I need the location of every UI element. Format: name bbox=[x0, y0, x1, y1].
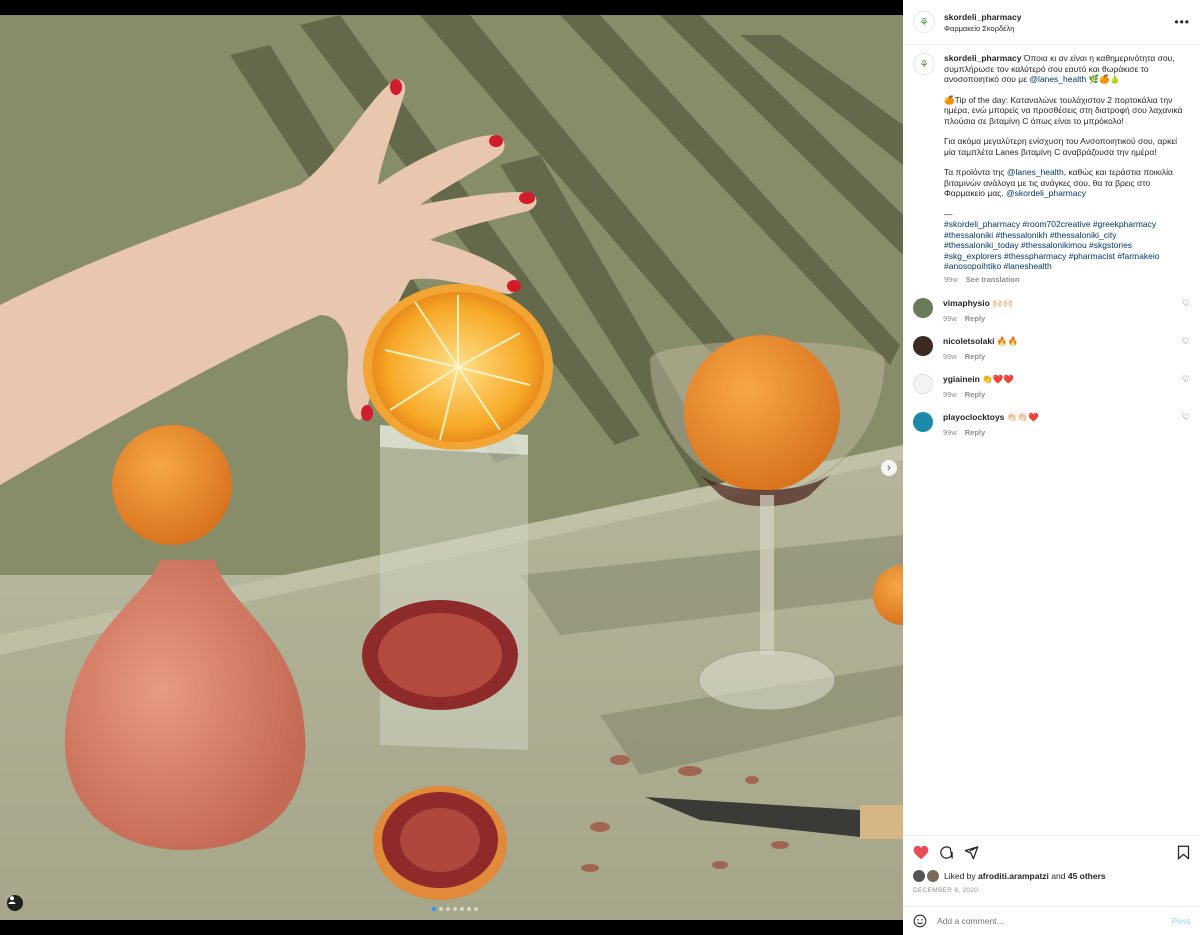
comment-username[interactable]: vimaphysio bbox=[943, 298, 990, 308]
post-comment-button[interactable]: Post bbox=[1172, 916, 1190, 926]
avatar[interactable]: ⚘ bbox=[913, 11, 935, 33]
caption-separator: — bbox=[944, 208, 953, 219]
carousel-indicator bbox=[432, 907, 478, 911]
see-translation-button[interactable]: See translation bbox=[966, 275, 1020, 284]
heart-icon[interactable]: ♡ bbox=[1182, 374, 1190, 399]
post-date[interactable]: DECEMBER 8, 2020 bbox=[913, 887, 1190, 894]
caption-text: Τα προϊόντα της bbox=[944, 167, 1005, 177]
comments-list: vimaphysio 🙌🏻🙌🏻 99w Reply ♡ nicoletsolaki 🔥🔥… bbox=[903, 298, 1200, 437]
comment-time[interactable]: 99w bbox=[943, 390, 957, 399]
heart-icon[interactable]: ♡ bbox=[1182, 298, 1190, 323]
post-location[interactable]: Φαρμακείο Σκορδέλη bbox=[944, 24, 1174, 33]
mention-link[interactable]: @lanes_health bbox=[1029, 74, 1086, 84]
avatar[interactable] bbox=[913, 374, 933, 394]
post-actions: Liked by afroditi.arampatzi and 45 other… bbox=[903, 835, 1200, 894]
bookmark-icon[interactable] bbox=[1177, 845, 1190, 860]
carousel-dot bbox=[453, 907, 457, 911]
liked-by: Liked by afroditi.arampatzi and 45 other… bbox=[913, 870, 1190, 882]
avatar bbox=[927, 870, 939, 882]
comment-time[interactable]: 99w bbox=[943, 428, 957, 437]
comment-input[interactable] bbox=[937, 916, 1172, 926]
avatar[interactable] bbox=[913, 298, 933, 318]
comment-icon[interactable] bbox=[939, 845, 954, 860]
comment-row: vimaphysio 🙌🏻🙌🏻 99w Reply ♡ bbox=[903, 298, 1200, 323]
comment-username[interactable]: nicoletsolaki bbox=[943, 336, 995, 346]
user-icon bbox=[8, 896, 16, 904]
comment-text: 🙌🏻🙌🏻 bbox=[992, 298, 1014, 308]
liked-by-user[interactable]: afroditi.arampatzi bbox=[978, 871, 1049, 881]
leaf-logo-icon: ⚘ bbox=[919, 16, 929, 29]
caption-time[interactable]: 99w bbox=[944, 275, 958, 284]
add-comment-bar: Post bbox=[903, 906, 1200, 935]
avatar[interactable] bbox=[913, 412, 933, 432]
chevron-right-icon: › bbox=[887, 462, 891, 474]
carousel-dot bbox=[432, 907, 436, 911]
reply-button[interactable]: Reply bbox=[965, 428, 985, 437]
avatar[interactable] bbox=[913, 336, 933, 356]
hashtags[interactable]: #skordeli_pharmacy #room702creative #gre… bbox=[944, 219, 1189, 272]
liked-by-prefix: Liked by bbox=[944, 871, 976, 881]
post-header: ⚘ skordeli_pharmacy Φαρμακείο Σκορδέλη •… bbox=[903, 0, 1200, 45]
caption-emoji: 🌿🍊🍐 bbox=[1088, 74, 1121, 84]
reply-button[interactable]: Reply bbox=[965, 314, 985, 323]
comment-text: 👏🏻👏🏻❤️ bbox=[1006, 412, 1039, 422]
share-icon[interactable] bbox=[964, 845, 979, 860]
liked-by-and: and bbox=[1051, 871, 1066, 881]
post-sidebar: ⚘ skordeli_pharmacy Φαρμακείο Σκορδέλη •… bbox=[903, 0, 1200, 935]
caption-username[interactable]: skordeli_pharmacy bbox=[944, 53, 1021, 63]
avatar bbox=[913, 870, 925, 882]
comment-row: ygiainein 👏❤️❤️ 99w Reply ♡ bbox=[903, 374, 1200, 399]
carousel-dot bbox=[460, 907, 464, 911]
heart-icon[interactable]: ♡ bbox=[1182, 412, 1190, 437]
comment-username[interactable]: ygiainein bbox=[943, 374, 980, 384]
comment-text: 👏❤️❤️ bbox=[982, 374, 1014, 384]
comment-time[interactable]: 99w bbox=[943, 314, 957, 323]
post-image[interactable]: › bbox=[0, 15, 903, 920]
avatar[interactable]: ⚘ bbox=[913, 53, 935, 75]
carousel-dot bbox=[439, 907, 443, 911]
reply-button[interactable]: Reply bbox=[965, 390, 985, 399]
mention-link[interactable]: @skordeli_pharmacy bbox=[1006, 188, 1086, 198]
more-horizontal-icon[interactable]: ••• bbox=[1174, 15, 1190, 29]
post-username[interactable]: skordeli_pharmacy bbox=[944, 12, 1174, 22]
leaf-logo-icon: ⚘ bbox=[919, 58, 929, 71]
comment-username[interactable]: playoclocktoys bbox=[943, 412, 1004, 422]
tagged-users-button[interactable] bbox=[7, 895, 23, 911]
comment-time[interactable]: 99w bbox=[943, 352, 957, 361]
comment-text: 🔥🔥 bbox=[996, 336, 1019, 346]
comment-row: nicoletsolaki 🔥🔥 99w Reply ♡ bbox=[903, 336, 1200, 361]
caption: ⚘ skordeli_pharmacy Όποια κι αν είναι η … bbox=[903, 45, 1200, 285]
caption-paragraph: Για ακόμα μεγαλύτερη ενίσχυση του Ανσοπο… bbox=[944, 136, 1178, 157]
carousel-dot bbox=[467, 907, 471, 911]
smiley-icon[interactable] bbox=[913, 914, 927, 928]
comment-row: playoclocktoys 👏🏻👏🏻❤️ 99w Reply ♡ bbox=[903, 412, 1200, 437]
carousel-dot bbox=[474, 907, 478, 911]
carousel-dot bbox=[446, 907, 450, 911]
likes-count[interactable]: 45 others bbox=[1068, 871, 1106, 881]
reply-button[interactable]: Reply bbox=[965, 352, 985, 361]
mention-link[interactable]: @lanes_health bbox=[1007, 167, 1064, 177]
still-life-photo bbox=[0, 15, 903, 920]
instagram-post-modal: › ⚘ skordeli_pharmacy Φαρμακείο Σκορδέλη… bbox=[0, 0, 1200, 935]
next-image-button[interactable]: › bbox=[881, 460, 897, 476]
caption-tip: 🍊Tip of the day: Καταναλώνε τουλάχιστον … bbox=[944, 94, 1183, 126]
heart-icon[interactable]: ♡ bbox=[1182, 336, 1190, 361]
heart-filled-icon[interactable] bbox=[913, 845, 929, 860]
